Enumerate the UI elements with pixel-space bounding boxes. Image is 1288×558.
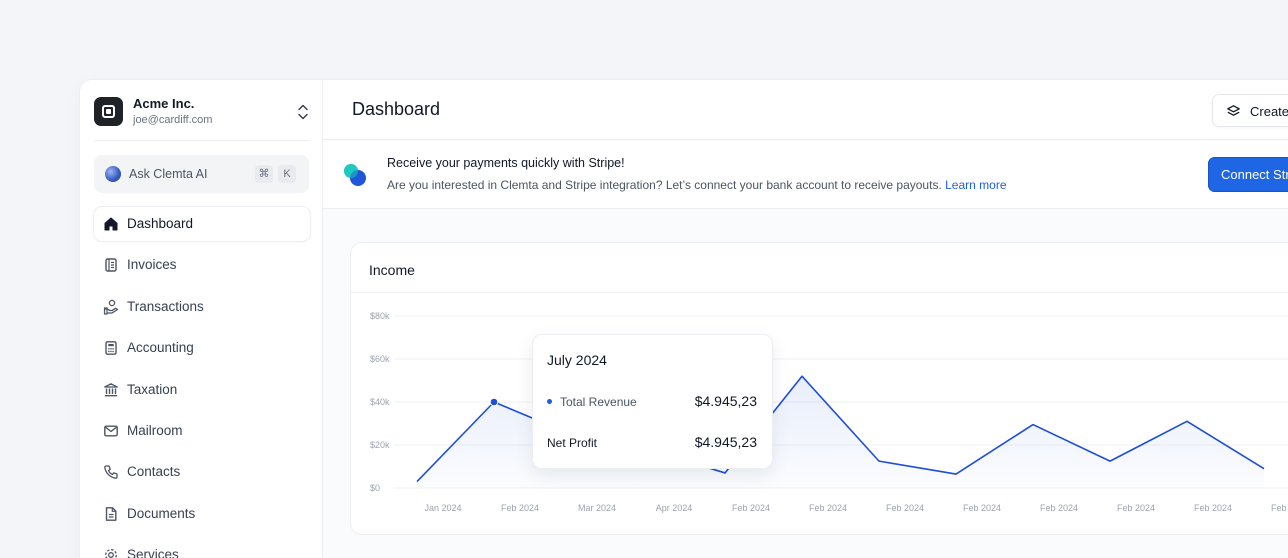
tooltip-profit-label: Net Profit — [547, 436, 598, 450]
home-icon — [104, 217, 118, 231]
x-tick-label: Feb 2024 — [886, 503, 924, 513]
sidebar-item-label: Documents — [127, 505, 196, 521]
app-window: Acme Inc. joe@cardiff.com Ask Clemta AI … — [80, 80, 1288, 558]
sidebar-item-transactions[interactable]: Transactions — [94, 290, 310, 324]
page-header: Dashboard Create — [323, 80, 1288, 140]
chart-tooltip: July 2024 Total Revenue $4.945,23 Net Pr… — [532, 334, 773, 469]
y-tick-label: $80k — [370, 311, 390, 321]
sidebar-item-label: Contacts — [127, 464, 181, 480]
sidebar-item-dashboard[interactable]: Dashboard — [94, 207, 310, 241]
banner-text: Are you interested in Clemta and Stripe … — [387, 178, 1007, 192]
globe-icon — [105, 166, 121, 182]
sidebar-item-label: Transactions — [127, 298, 204, 314]
sidebar-item-invoices[interactable]: Invoices — [94, 248, 310, 282]
layers-icon — [1227, 105, 1240, 116]
y-tick-label: $60k — [370, 354, 390, 364]
x-tick-label: Feb 2024 — [1040, 503, 1078, 513]
banner-title: Receive your payments quickly with Strip… — [387, 156, 625, 170]
stripe-banner: Receive your payments quickly with Strip… — [323, 141, 1288, 209]
income-chart: $0 $20k $40k $60k $80k Jan 2024 Feb 2024 Mar 20… — [370, 311, 1288, 513]
chevron-up-down-icon[interactable] — [296, 103, 310, 121]
tooltip-profit-value: $4.945,23 — [694, 434, 757, 450]
sidebar-item-label: Invoices — [127, 257, 177, 273]
x-tick-label: Feb 2024 — [732, 503, 770, 513]
org-email: joe@cardiff.com — [133, 114, 213, 126]
create-button[interactable]: Create — [1212, 94, 1288, 127]
connect-stripe-button[interactable]: Connect Stripe — [1208, 157, 1288, 192]
x-tick-label: Feb 2024 — [501, 503, 539, 513]
tooltip-title: July 2024 — [547, 352, 607, 368]
y-tick-label: $20k — [370, 440, 390, 450]
page-title: Dashboard — [352, 99, 441, 119]
revenue-dot-icon — [547, 399, 552, 404]
x-tick-label: Jan 2024 — [424, 503, 461, 513]
sidebar-item-accounting[interactable]: Accounting — [94, 331, 310, 365]
x-tick-label: Mar 2024 — [578, 503, 616, 513]
org-name: Acme Inc. — [133, 96, 195, 111]
org-switcher[interactable]: Acme Inc. joe@cardiff.com — [94, 95, 310, 129]
tooltip-revenue-value: $4.945,23 — [694, 393, 757, 409]
invoice-icon — [105, 258, 117, 273]
sidebar-item-label: Taxation — [127, 381, 178, 397]
sidebar-item-label: Mailroom — [127, 422, 183, 438]
mail-icon — [104, 425, 118, 437]
k-key-hint: K — [278, 165, 296, 183]
learn-more-link[interactable]: Learn more — [945, 178, 1006, 192]
x-tick-label: Feb 2024 — [1194, 503, 1232, 513]
command-key-hint: ⌘ — [255, 165, 273, 183]
bank-icon — [104, 382, 118, 396]
sidebar: Acme Inc. joe@cardiff.com Ask Clemta AI … — [80, 80, 323, 558]
y-tick-label: $0 — [370, 483, 380, 493]
banner-description: Are you interested in Clemta and Stripe … — [387, 178, 942, 192]
y-tick-label: $40k — [370, 397, 390, 407]
create-button-label: Create — [1250, 104, 1288, 119]
sidebar-item-label: Dashboard — [127, 216, 194, 231]
document-icon — [105, 506, 117, 521]
income-card: Income $0 $20k $40k $60k $80k Jan 2024 Feb 202… — [350, 242, 1288, 535]
tooltip-revenue-label: Total Revenue — [560, 395, 637, 409]
ask-ai-label: Ask Clemta AI — [129, 167, 208, 181]
sidebar-item-contacts[interactable]: Contacts — [94, 455, 310, 489]
sidebar-divider — [94, 140, 310, 141]
x-tick-label: Feb 2024 — [809, 503, 847, 513]
x-tick-label: Feb 2024 — [963, 503, 1001, 513]
sidebar-item-label: Services — [127, 547, 179, 558]
calculator-icon — [105, 341, 117, 356]
sidebar-item-label: Accounting — [127, 340, 194, 356]
x-tick-label: Feb 2024 — [1117, 503, 1155, 513]
sidebar-item-mailroom[interactable]: Mailroom — [94, 414, 310, 448]
stripe-logo-icon — [344, 164, 366, 186]
phone-icon — [104, 465, 118, 480]
sidebar-item-taxation[interactable]: Taxation — [94, 373, 310, 407]
gear-icon — [105, 549, 117, 558]
ask-ai-button[interactable]: Ask Clemta AI ⌘ K — [94, 155, 309, 193]
org-logo — [94, 97, 123, 126]
main-content: Dashboard Create Receive your payments q… — [323, 80, 1288, 558]
highlight-point — [489, 397, 499, 407]
x-tick-label: Apr 2024 — [656, 503, 693, 513]
sidebar-item-services[interactable]: Services — [94, 538, 310, 558]
sidebar-item-documents[interactable]: Documents — [94, 497, 310, 531]
transactions-icon — [103, 299, 119, 315]
sidebar-nav: Dashboard Invoices Transactions Accounti… — [94, 207, 310, 558]
x-tick-label: Feb 2024 — [1271, 503, 1288, 513]
